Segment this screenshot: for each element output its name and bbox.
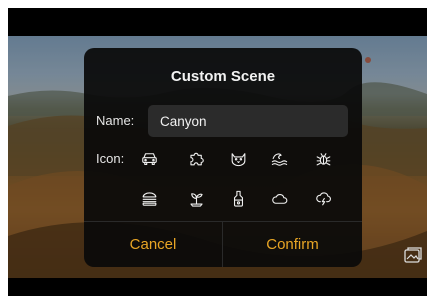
waves-icon xyxy=(271,152,287,166)
burger-icon xyxy=(142,191,156,206)
bug-icon xyxy=(316,152,330,165)
cloud-icon xyxy=(271,193,287,204)
car-icon xyxy=(141,152,157,165)
icon-option-burger[interactable] xyxy=(137,186,161,210)
cloud-lightning-icon xyxy=(315,191,331,205)
camera-top-bar xyxy=(8,8,427,36)
icon-option-cat[interactable] xyxy=(226,146,250,170)
icon-option-waves[interactable] xyxy=(267,146,291,170)
cat-icon xyxy=(231,152,245,166)
name-input[interactable] xyxy=(148,105,348,137)
cancel-button[interactable]: Cancel xyxy=(84,222,222,267)
icon-option-cloud-lightning[interactable] xyxy=(311,186,335,210)
plant-icon xyxy=(189,192,203,207)
custom-scene-dialog: Custom Scene Name: Icon: xyxy=(84,48,362,267)
icon-label: Icon: xyxy=(96,151,125,166)
gallery-icon xyxy=(404,247,422,263)
dialog-title: Custom Scene xyxy=(170,68,276,85)
icon-option-bug[interactable] xyxy=(311,146,335,170)
screen: Custom Scene Name: Icon: xyxy=(0,0,427,300)
icon-option-puzzle[interactable] xyxy=(184,146,208,170)
gallery-button[interactable] xyxy=(403,244,423,264)
icon-option-plant[interactable] xyxy=(184,186,208,210)
icon-option-bottle[interactable] xyxy=(226,186,250,210)
puzzle-icon xyxy=(189,152,204,165)
name-label: Name: xyxy=(96,113,135,128)
confirm-button[interactable]: Confirm xyxy=(223,222,362,267)
icon-option-cloud[interactable] xyxy=(267,186,291,210)
icon-option-car[interactable] xyxy=(137,146,161,170)
camera-bottom-bar xyxy=(8,278,427,296)
bottle-icon xyxy=(233,190,243,207)
